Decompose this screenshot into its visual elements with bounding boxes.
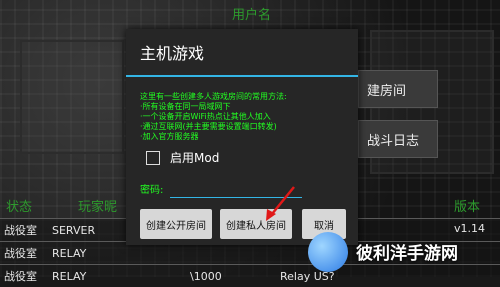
watermark-text: 彼利洋手游网: [356, 244, 458, 264]
column-status: 状态: [6, 200, 33, 215]
dialog-title: 主机游戏: [126, 29, 358, 77]
background-plate: [20, 40, 124, 154]
row-ping: \1000: [190, 269, 222, 283]
row-player: RELAY: [52, 246, 87, 260]
row-player: RELAY: [52, 269, 87, 283]
row-status: 战役室: [4, 270, 37, 283]
row-player: SERVER: [52, 223, 96, 237]
create-private-room-button[interactable]: 创建私人房间: [220, 209, 292, 239]
column-version: 版本: [454, 200, 481, 215]
watermark: 彼利洋手游网: [308, 226, 500, 277]
watermark-logo-icon: [308, 231, 348, 272]
password-label: 密码:: [140, 185, 164, 196]
enable-mod-toggle[interactable]: 启用Mod: [146, 149, 219, 166]
username-label: 用户名: [232, 8, 272, 23]
mod-checkbox[interactable]: [146, 150, 160, 165]
battle-log-button[interactable]: 战斗日志: [358, 120, 438, 158]
row-status: 战役室: [4, 224, 37, 237]
row-status: 战役室: [4, 247, 37, 260]
mod-label: 启用Mod: [170, 151, 220, 165]
host-game-dialog: 主机游戏 这里有一些创建多人游戏房间的常用方法: ·所有设备在同一局域网下 ·一…: [126, 29, 358, 245]
column-player: 玩家昵: [78, 200, 118, 215]
create-public-room-button[interactable]: 创建公开房间: [140, 209, 212, 239]
password-input[interactable]: [170, 181, 302, 198]
create-room-button[interactable]: 建房间: [358, 70, 438, 108]
dialog-description: 这里有一些创建多人游戏房间的常用方法: ·所有设备在同一局域网下 ·一个设备开启…: [140, 92, 287, 141]
